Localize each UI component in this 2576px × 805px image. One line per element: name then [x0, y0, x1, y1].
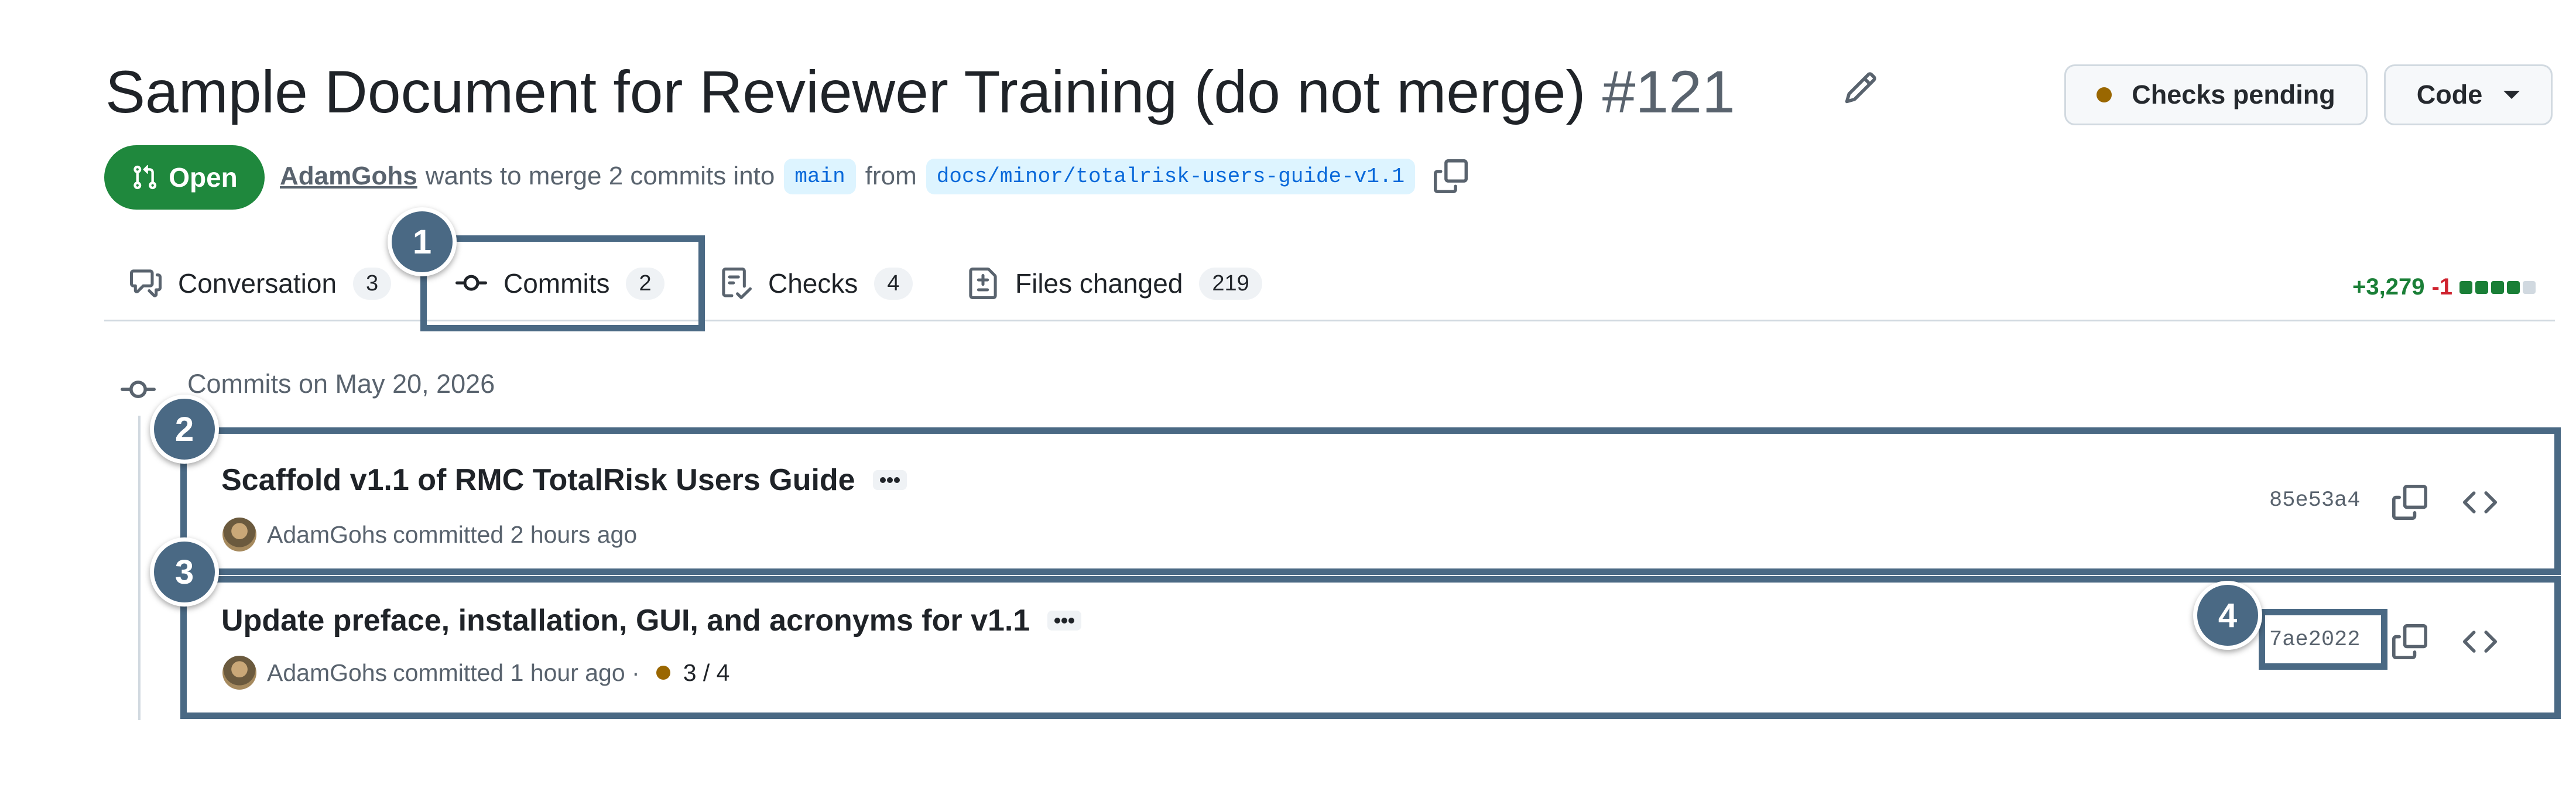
author-link[interactable]: AdamGohs	[280, 162, 417, 191]
open-state-badge: Open	[104, 145, 265, 210]
open-state-label: Open	[169, 162, 238, 193]
tab-conversation-label: Conversation	[178, 268, 337, 299]
diffstat-block	[2523, 280, 2536, 294]
diffstat-block	[2475, 280, 2489, 294]
pending-dot-icon	[2097, 87, 2112, 102]
diffstat-block	[2459, 280, 2473, 294]
diffstat-block	[2491, 280, 2505, 294]
tab-checks[interactable]: Checks 4	[720, 262, 913, 304]
file-diff-icon	[969, 268, 997, 299]
tab-files-changed-count: 219	[1199, 267, 1262, 300]
base-branch[interactable]: main	[784, 158, 856, 194]
merge-text: wants to merge 2 commits into	[425, 162, 775, 190]
checks-pending-button[interactable]: Checks pending	[2064, 64, 2368, 125]
callout-frame-commit-1	[180, 427, 2561, 575]
code-button-label: Code	[2416, 80, 2483, 109]
head-branch[interactable]: docs/minor/totalrisk-users-guide-v1.1	[926, 158, 1416, 194]
copy-branch-icon[interactable]	[1434, 159, 1468, 193]
timeline-line	[138, 416, 141, 720]
tab-conversation[interactable]: Conversation 3	[130, 262, 392, 304]
checks-pending-label: Checks pending	[2132, 80, 2335, 109]
git-pull-request-icon	[133, 165, 157, 190]
callout-frame-sha	[2259, 609, 2387, 670]
pr-number: #121	[1602, 59, 1735, 125]
callout-badge-2: 2	[150, 395, 219, 464]
callout-badge-3: 3	[150, 537, 219, 607]
checklist-icon	[722, 268, 752, 299]
diffstat: +3,279 -1	[2352, 274, 2536, 300]
pr-title: Sample Document for Reviewer Training (d…	[105, 54, 1735, 130]
tab-checks-count: 4	[874, 267, 913, 300]
diffstat-deletions: -1	[2431, 274, 2453, 300]
diffstat-additions: +3,279	[2352, 274, 2425, 300]
from-text: from	[865, 162, 917, 190]
triangle-down-icon	[2503, 91, 2520, 99]
callout-badge-1: 1	[388, 207, 457, 276]
diffstat-block	[2507, 280, 2520, 294]
pr-meta-line: AdamGohs wants to merge 2 commits into m…	[280, 158, 1468, 194]
diffstat-blocks	[2459, 280, 2536, 294]
callout-frame-commits-tab	[420, 235, 705, 331]
tab-files-changed[interactable]: Files changed 219	[967, 262, 1262, 304]
tab-files-changed-label: Files changed	[1015, 268, 1183, 299]
pr-title-text: Sample Document for Reviewer Training (d…	[105, 59, 1586, 125]
tab-conversation-count: 3	[353, 267, 392, 300]
tab-checks-label: Checks	[768, 268, 858, 299]
callout-badge-4: 4	[2193, 581, 2262, 650]
pencil-icon[interactable]	[1843, 70, 1878, 105]
commits-date-heading: Commits on May 20, 2026	[187, 369, 495, 399]
comment-discussion-icon	[130, 269, 162, 297]
code-button[interactable]: Code	[2384, 64, 2553, 125]
git-commit-timeline-icon	[121, 372, 156, 407]
